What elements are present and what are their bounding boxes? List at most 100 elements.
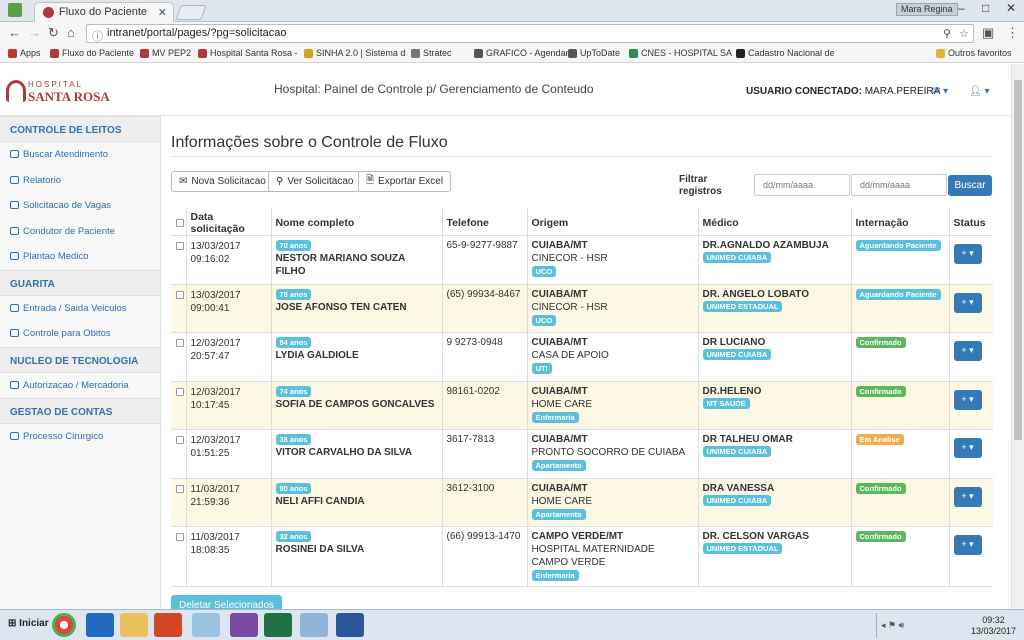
column-header[interactable]: Status [949, 208, 993, 236]
bookmark-item[interactable]: Cadastro Nacional de [736, 48, 835, 58]
tray-arrow-icon[interactable]: ◂ ⚑ 🔊︎ [881, 620, 904, 631]
app-taskbar-icon[interactable] [192, 613, 220, 637]
start-button[interactable]: ⊞ Iniciar [2, 615, 55, 635]
new-tab-button[interactable] [175, 5, 207, 20]
status-dropdown-button[interactable]: + ▾ [953, 438, 982, 458]
filter-label: Filtrar registros [679, 174, 722, 198]
select-all-checkbox[interactable] [176, 218, 184, 227]
browser-tab[interactable]: Fluxo do Paciente ✕ [34, 2, 174, 22]
zoom-icon[interactable]: ⚲ [943, 27, 951, 40]
sidebar-item[interactable]: Entrada / Saida Veiculos [0, 296, 160, 322]
back-icon[interactable]: ← [8, 25, 21, 40]
sidebar-item[interactable]: Buscar Atendimento [0, 142, 160, 168]
row-checkbox[interactable] [176, 436, 184, 444]
excel-taskbar-icon[interactable] [264, 613, 292, 637]
explorer-taskbar-icon[interactable] [120, 613, 148, 637]
word-taskbar-icon[interactable] [336, 613, 364, 637]
close-tab-icon[interactable]: ✕ [158, 6, 167, 19]
sidebar-section[interactable]: GESTAO DE CONTAS [0, 398, 160, 424]
table-row[interactable]: 13/03/2017 09:16:02 70 anos NESTOR MARIANO … [171, 235, 993, 285]
sector-badge: UCO [531, 266, 557, 277]
sidebar-item[interactable]: Relatorio [0, 168, 160, 194]
scrollbar-thumb[interactable] [1014, 80, 1022, 440]
outlook-taskbar-icon[interactable] [86, 613, 114, 637]
sidebar-item[interactable]: Condutor de Paciente [0, 219, 160, 245]
status-dropdown-button[interactable]: + ▾ [953, 535, 982, 555]
delete-selected-button[interactable]: Deletar Selecionados [171, 595, 283, 609]
chrome-taskbar-icon[interactable] [52, 613, 76, 637]
column-header[interactable]: Internação [851, 208, 950, 236]
status-dropdown-button[interactable]: + ▾ [953, 292, 982, 313]
bookmark-item[interactable]: UpToDate [568, 48, 620, 58]
column-header[interactable]: Telefone [442, 208, 528, 236]
home-icon[interactable]: ⌂ [67, 25, 75, 40]
menu-icon[interactable]: ⋮ [1006, 25, 1019, 41]
app-title: Hospital: Painel de Controle p/ Gerencia… [274, 82, 594, 96]
column-header[interactable]: Médico [698, 208, 852, 236]
scrollbar[interactable] [1011, 64, 1024, 609]
close-window-icon[interactable]: ✕ [1006, 1, 1016, 15]
table-row[interactable]: 12/03/2017 01:51:25 38 anos VITOR CARVALHO … [171, 429, 993, 479]
status-dropdown-button[interactable]: + ▾ [953, 389, 982, 410]
ver-solicitacao-button[interactable]: ⚲ Ver Solicitacao [268, 171, 362, 192]
column-header[interactable]: Nome completo [271, 208, 443, 236]
bookmark-item[interactable]: MV PEP2 [140, 48, 191, 58]
bookmark-item[interactable]: SINHA 2.0 | Sistema d [304, 48, 405, 58]
hospital-logo[interactable]: HOSPITAL SANTA ROSA [6, 78, 116, 108]
date-to-input[interactable]: dd/mm/aaaa [851, 174, 947, 196]
status-cell: + ▾ [949, 429, 993, 479]
sidebar-item[interactable]: Processo Cirurgico [0, 424, 160, 450]
status-dropdown-button[interactable]: + ▾ [953, 341, 982, 361]
paint-taskbar-icon[interactable] [300, 613, 328, 637]
reload-icon[interactable]: ↻ [48, 25, 59, 41]
user-menu-icon[interactable]: 👤︎ ▾ [969, 86, 990, 97]
row-checkbox[interactable] [176, 290, 184, 299]
row-checkbox[interactable] [176, 484, 184, 493]
bookmark-item[interactable]: Stratec [411, 48, 452, 58]
date-from-input[interactable]: dd/mm/aaaa [754, 174, 850, 196]
bookmark-item[interactable]: CNES - HOSPITAL SA [629, 48, 732, 58]
table-row[interactable]: 12/03/2017 10:17:45 74 anos SOFIA DE CAMPOS… [171, 381, 993, 430]
clock[interactable]: 09:32 13/03/2017 [971, 615, 1016, 637]
minimize-icon[interactable]: – [958, 1, 965, 15]
origin-city: CUIABA/MT [531, 385, 588, 397]
bookmark-item[interactable]: Fluxo do Paciente [50, 48, 134, 58]
row-checkbox[interactable] [176, 533, 184, 541]
table-row[interactable]: 13/03/2017 09:00:41 78 anos JOSE AFONSO TEN… [171, 284, 993, 333]
bookmark-item[interactable]: Outros favoritos [936, 48, 1012, 58]
age-badge: 32 anos [275, 531, 312, 542]
bookmark-item[interactable]: Apps [8, 48, 41, 58]
sidebar-item[interactable]: Controle para Obitos [0, 321, 160, 347]
column-header[interactable]: Origem [527, 208, 699, 236]
star-icon[interactable]: ☆ [959, 27, 969, 40]
mail-icon[interactable]: ✉ ▾ [932, 86, 948, 97]
status-dropdown-button[interactable]: + ▾ [953, 486, 982, 507]
row-checkbox[interactable] [176, 242, 184, 250]
exportar-excel-button[interactable]: 🗎︎ Exportar Excel [358, 171, 452, 192]
sidebar-section[interactable]: GUARITA [0, 269, 160, 296]
calculator-taskbar-icon[interactable] [230, 613, 258, 637]
row-checkbox[interactable] [176, 387, 184, 396]
sidebar-section[interactable]: NUCLEO DE TECNOLOGIA [0, 346, 160, 373]
nova-solicitacao-button[interactable]: ✉ Nova Solicitacao [171, 171, 274, 192]
row-select-cell [171, 381, 187, 430]
table-row[interactable]: 11/03/2017 21:59:36 90 anos NELI AFFI CANDI… [171, 478, 993, 527]
buscar-button[interactable]: Buscar [948, 175, 992, 196]
sidebar-section[interactable]: CONTROLE DE LEITOS [0, 116, 160, 142]
sidebar-item[interactable]: Autorizacao / Mercadoria [0, 373, 160, 399]
powerpoint-taskbar-icon[interactable] [154, 613, 182, 637]
status-dropdown-button[interactable]: + ▾ [953, 244, 982, 264]
row-checkbox[interactable] [176, 339, 184, 347]
column-header[interactable]: Data solicitação [186, 208, 272, 236]
bookmark-item[interactable]: GRAFICO - Agendam [474, 48, 573, 58]
bookmark-item[interactable]: Hospital Santa Rosa - [198, 48, 298, 58]
maximize-icon[interactable]: □ [982, 1, 989, 15]
sidebar-item[interactable]: Plantao Medico [0, 244, 160, 270]
profile-button[interactable]: Mara Regina [896, 3, 958, 16]
forward-icon[interactable]: → [28, 25, 41, 40]
table-row[interactable]: 11/03/2017 18:08:35 32 anos ROSINEI DA SILV… [171, 526, 993, 587]
url-input[interactable]: ⓘ intranet/portal/pages/?pg=solicitacao … [86, 24, 974, 43]
table-row[interactable]: 12/03/2017 20:57:47 94 anos LYDIA GALDIOLE 9… [171, 332, 993, 382]
sidebar-item[interactable]: Solicitacao de Vagas [0, 193, 160, 219]
extension-icon[interactable]: ▣ [982, 25, 994, 41]
